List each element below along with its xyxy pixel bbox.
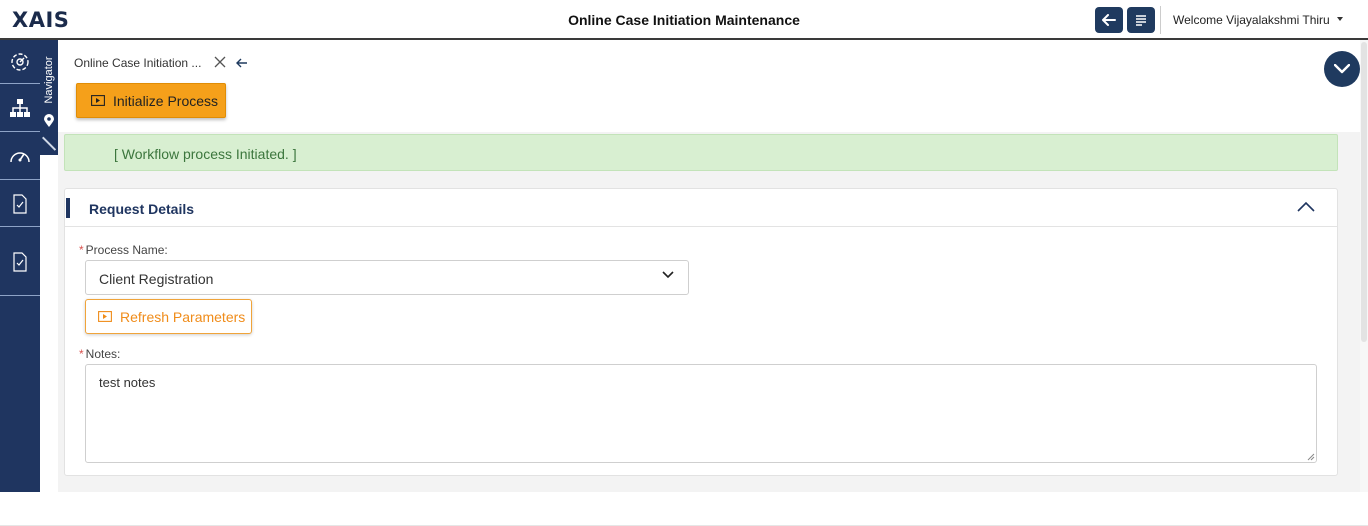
expand-toggle-button[interactable] xyxy=(1324,51,1360,87)
close-tab-icon[interactable] xyxy=(214,55,226,72)
app-logo: XAIS xyxy=(12,8,70,32)
scrollbar-thumb[interactable] xyxy=(1361,42,1367,342)
sidebar-item-hierarchy[interactable] xyxy=(0,85,40,132)
sidebar-item-checklist[interactable] xyxy=(0,181,40,227)
refresh-parameters-button[interactable]: Refresh Parameters xyxy=(85,299,252,334)
process-name-select[interactable]: Client Registration xyxy=(85,260,689,295)
navigator-tab[interactable]: Navigator xyxy=(40,40,58,155)
panel-title: Request Details xyxy=(89,201,195,217)
chevron-up-icon[interactable] xyxy=(1297,201,1315,212)
user-caret-icon[interactable] xyxy=(1337,17,1343,21)
notes-value: test notes xyxy=(99,375,156,390)
tab-header: Online Case Initiation ... Initialize Pr… xyxy=(58,40,1368,132)
sidebar-item-speed[interactable] xyxy=(0,133,40,180)
document-check-icon xyxy=(13,251,27,272)
header-divider xyxy=(1160,6,1161,34)
play-icon xyxy=(98,311,112,322)
notes-textarea[interactable]: test notes xyxy=(85,364,1317,463)
document-check-icon xyxy=(13,193,27,214)
refresh-parameters-label: Refresh Parameters xyxy=(120,308,246,325)
panel-accent-bar xyxy=(66,198,70,218)
speedometer-icon xyxy=(10,152,30,163)
tab-online-case-initiation[interactable]: Online Case Initiation ... xyxy=(74,56,201,70)
navigator-resize-handle[interactable] xyxy=(42,136,57,151)
success-alert: [ Workflow process Initiated. ] xyxy=(64,134,1338,171)
menu-button[interactable] xyxy=(1127,7,1155,33)
sidebar-item-tasks[interactable] xyxy=(0,228,40,296)
play-icon xyxy=(91,95,105,106)
notes-label: * Notes: xyxy=(79,347,121,361)
back-button[interactable] xyxy=(1095,7,1123,33)
chevron-down-icon xyxy=(1334,64,1350,74)
navigator-label: Navigator xyxy=(43,56,55,104)
page-title: Online Case Initiation Maintenance xyxy=(568,12,800,28)
tab-back-icon[interactable] xyxy=(236,55,248,71)
panel-header[interactable]: Request Details xyxy=(65,189,1337,227)
initialize-process-label: Initialize Process xyxy=(113,92,219,109)
menu-lines-icon xyxy=(1136,15,1146,26)
sidebar xyxy=(0,40,40,492)
location-pin-icon xyxy=(44,114,54,127)
resize-grip-icon[interactable] xyxy=(1307,453,1315,461)
arrow-left-icon xyxy=(1102,14,1116,26)
process-name-label: * Process Name: xyxy=(79,243,168,257)
top-bar: XAIS Online Case Initiation Maintenance … xyxy=(0,0,1368,40)
main-content: Online Case Initiation ... Initialize Pr… xyxy=(58,40,1368,496)
dial-icon xyxy=(11,52,29,71)
request-details-panel: Request Details * Process Name: Client Re… xyxy=(64,188,1338,476)
process-name-value: Client Registration xyxy=(99,271,214,287)
footer-strip xyxy=(0,492,1368,526)
user-welcome[interactable]: Welcome Vijayalakshmi Thiru xyxy=(1173,13,1330,27)
sitemap-icon xyxy=(10,99,30,117)
initialize-process-button[interactable]: Initialize Process xyxy=(76,83,226,118)
sidebar-item-dashboard[interactable] xyxy=(0,40,40,84)
alert-message: [ Workflow process Initiated. ] xyxy=(114,146,297,162)
chevron-down-icon xyxy=(662,271,674,279)
